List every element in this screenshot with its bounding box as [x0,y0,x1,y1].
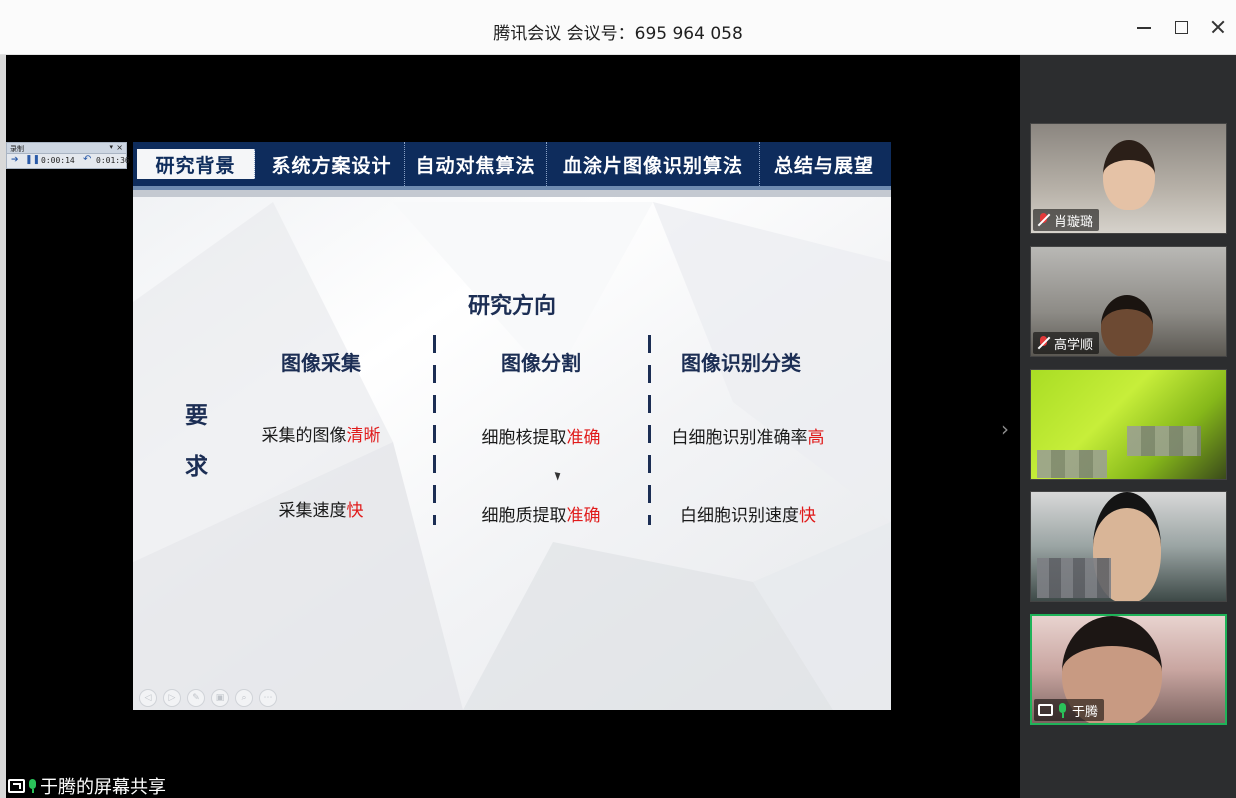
participant-video-tile[interactable] [1030,369,1227,480]
mic-muted-icon [1037,213,1050,227]
recorder-label: 录制 [10,145,24,153]
next-slide-icon[interactable]: ▷ [163,689,181,707]
window-title: 腾讯会议 会议号：695 964 058 [493,24,743,44]
zoom-icon[interactable]: ⌕ [235,689,253,707]
slide-tab-autofocus: 自动对焦算法 [405,142,547,186]
participant-face [1101,295,1153,356]
column-title-classification: 图像识别分类 [681,351,801,375]
participant-video-tile[interactable]: 高学顺 [1030,246,1227,357]
slide-tab-system-design: 系统方案设计 [259,142,405,186]
forward-icon[interactable]: ➔ [11,155,19,165]
slide-heading: 研究方向 [467,294,556,319]
screen-share-icon [1038,704,1053,716]
participant-name: 高学顺 [1054,337,1094,353]
screen-share-status: 于腾的屏幕共享 [8,773,166,798]
slide-nav-bar: 研究背景 系统方案设计 自动对焦算法 血涂片图像识别算法 总结与展望 [133,142,891,186]
maximize-button[interactable] [1171,17,1191,37]
cell-requirement: 白细胞识别速度快 [680,506,816,526]
participant-name: 于腾 [1072,704,1099,720]
participant-name-tag: 肖璇璐 [1033,209,1100,231]
participant-name: 肖璇璐 [1054,214,1094,230]
column-title-segmentation: 图像分割 [501,351,581,375]
close-button[interactable] [1208,17,1228,37]
slide-controls: ◁ ▷ ✎ ▣ ⌕ ⋯ [139,689,277,707]
participant-video-tile[interactable]: 肖璇璐 [1030,123,1227,234]
nav-underline-light [133,190,891,197]
close-icon[interactable]: × [116,143,123,152]
pen-icon[interactable]: ✎ [187,689,205,707]
microphone-icon [1057,702,1068,718]
title-bar: 腾讯会议 会议号：695 964 058 [0,0,1236,55]
blurred-region [1037,558,1111,598]
cell-requirement: 采集速度快 [278,501,364,521]
participant-name-tag: 于腾 [1034,699,1105,721]
cell-requirement: 采集的图像清晰 [261,426,381,446]
cell-requirement: 白细胞识别准确率高 [671,428,825,448]
blurred-region [1127,426,1201,456]
cell-requirement: 细胞质提取准确 [481,506,601,526]
undo-icon[interactable]: ↶ [83,154,91,165]
cell-requirement: 细胞核提取准确 [481,428,601,448]
total-time: 0:01:36 [96,156,130,165]
participant-name-tag: 高学顺 [1033,332,1100,354]
dropdown-icon[interactable]: ▾ [109,143,113,151]
participant-video-tile-active[interactable]: 于腾 [1030,614,1227,725]
slides-icon[interactable]: ▣ [211,689,229,707]
more-icon[interactable]: ⋯ [259,689,277,707]
column-divider [433,335,436,525]
elapsed-time: 0:00:14 [41,156,75,165]
blurred-region [1037,450,1107,478]
prev-slide-icon[interactable]: ◁ [139,689,157,707]
minimize-button[interactable] [1134,17,1154,37]
microphone-icon [28,779,37,793]
slide-tab-recognition: 血涂片图像识别算法 [547,142,760,186]
slide-tab-summary: 总结与展望 [773,154,874,177]
participant-face [1103,140,1155,210]
chevron-right-icon[interactable]: › [1001,417,1009,441]
mic-muted-icon [1037,336,1050,350]
slide-tab-background: 研究背景 [137,149,255,179]
column-title-capture: 图像采集 [281,351,361,375]
requirement-char-1: 要 [185,403,208,429]
participant-video-tile[interactable] [1030,491,1227,602]
recording-toolbar[interactable]: 录制 ▾ × ➔ ❚❚ 0:00:14 ↶ 0:01:36 [6,142,130,169]
screen-share-label: 于腾的屏幕共享 [40,777,166,798]
screen-share-icon [8,779,25,793]
requirement-char-2: 求 [185,454,208,480]
presentation-slide: 研究背景 系统方案设计 自动对焦算法 血涂片图像识别算法 总结与展望 研究方向 … [133,142,891,710]
pause-icon[interactable]: ❚❚ [25,155,40,165]
